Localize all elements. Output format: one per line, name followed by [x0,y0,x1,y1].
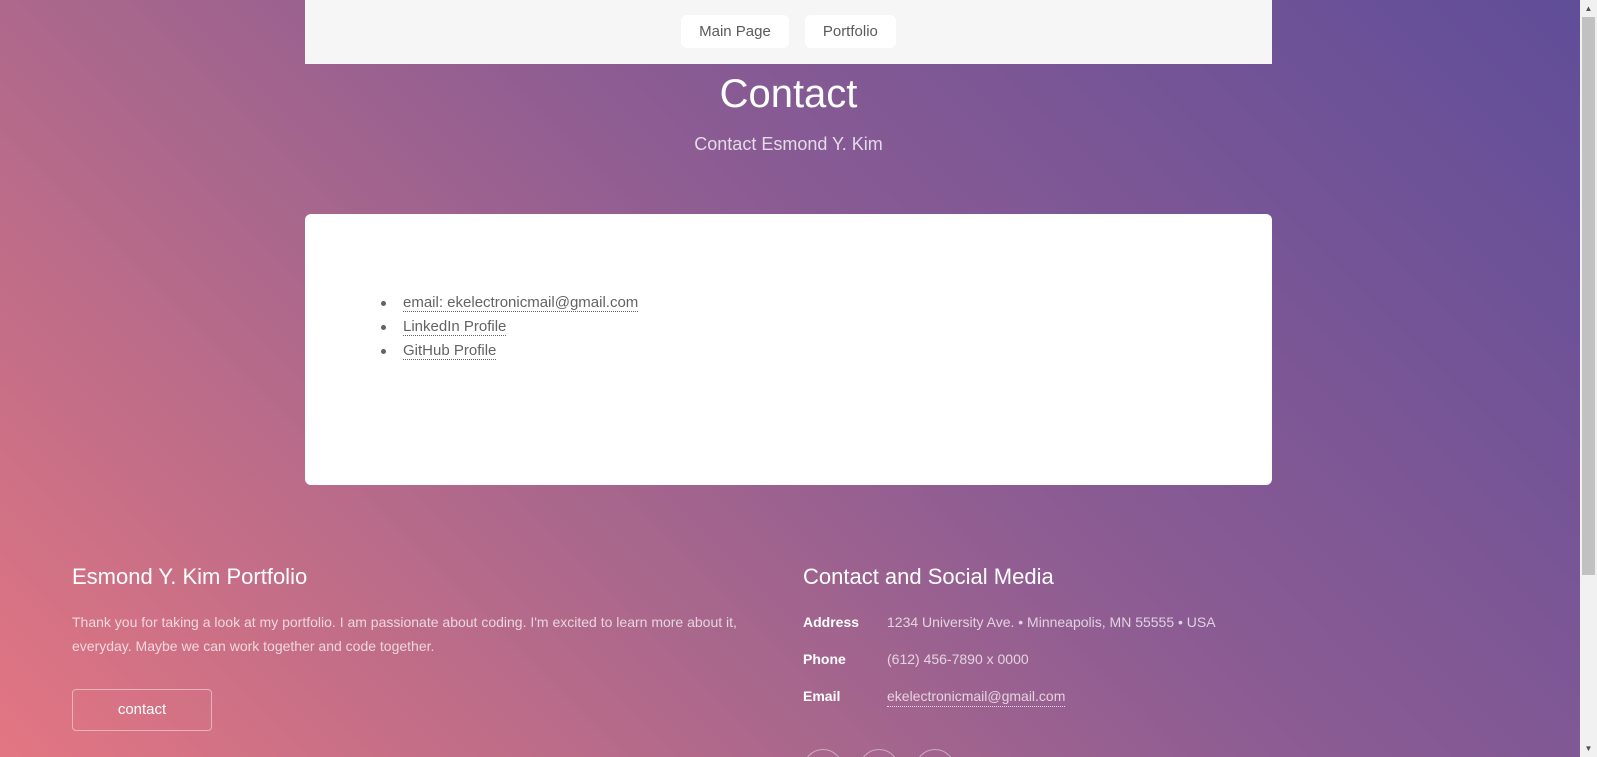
linkedin-profile-link[interactable]: LinkedIn Profile [403,318,507,336]
footer-contact: Contact and Social Media Address 1234 Un… [803,562,1503,721]
email-link[interactable]: email: ekelectronicmail@gmail.com [403,294,639,312]
twitter-icon[interactable] [803,749,843,757]
scroll-down-arrow-icon[interactable]: ▼ [1580,740,1597,757]
list-item: LinkedIn Profile [381,315,638,339]
list-item: email: ekelectronicmail@gmail.com [381,291,639,315]
footer-contact-heading: Contact and Social Media [803,564,1054,589]
list-item: GitHub Profile [381,339,638,363]
social-links [803,749,971,757]
linkedin-icon[interactable] [915,749,955,757]
phone-value: (612) 456-7890 x 0000 [887,651,1029,667]
github-profile-link[interactable]: GitHub Profile [403,342,497,360]
email-row: Email ekelectronicmail@gmail.com [803,684,1503,721]
phone-label: Phone [803,651,846,667]
address-label: Address [803,614,860,630]
scroll-up-arrow-icon[interactable]: ▲ [1580,0,1597,17]
top-nav: Main Page Portfolio [305,0,1272,64]
bullet-icon [381,301,386,306]
footer-about: Esmond Y. Kim Portfolio Thank you for ta… [72,562,752,658]
bullet-icon [381,349,386,354]
page-root: Main Page Portfolio Contact Contact Esmo… [0,0,1597,757]
page-subtitle: Contact Esmond Y. Kim [694,134,883,154]
bullet-icon [381,325,386,330]
vertical-scrollbar[interactable]: ▲ ▼ [1580,0,1597,757]
phone-row: Phone (612) 456-7890 x 0000 [803,647,1503,684]
footer-about-text: Thank you for taking a look at my portfo… [72,614,737,654]
contact-card: email: ekelectronicmail@gmail.com Linked… [305,214,1272,485]
address-value: 1234 University Ave. • Minneapolis, MN 5… [887,614,1216,630]
contact-list: email: ekelectronicmail@gmail.com Linked… [381,291,639,363]
contact-info: Address 1234 University Ave. • Minneapol… [803,610,1503,721]
scrollbar-thumb[interactable] [1582,17,1595,575]
footer-about-heading: Esmond Y. Kim Portfolio [72,564,308,589]
footer-email-link[interactable]: ekelectronicmail@gmail.com [887,686,1066,707]
address-row: Address 1234 University Ave. • Minneapol… [803,610,1503,647]
nav-portfolio-button[interactable]: Portfolio [804,15,896,48]
nav-main-page-button[interactable]: Main Page [681,15,789,48]
github-icon[interactable] [859,749,899,757]
email-label: Email [803,688,841,704]
contact-button[interactable]: contact [72,689,212,731]
page-title: Contact [719,72,858,116]
